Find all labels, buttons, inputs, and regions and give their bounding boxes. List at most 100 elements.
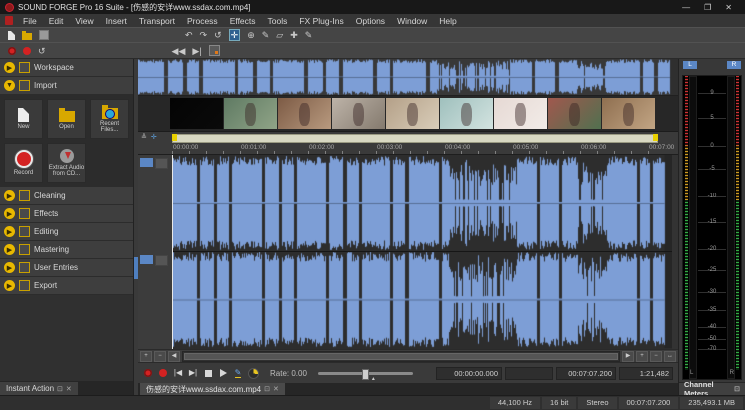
open-icon[interactable] — [22, 33, 32, 40]
menu-transport[interactable]: Transport — [133, 16, 181, 26]
close-tab-icon[interactable]: ✕ — [66, 385, 72, 393]
stop-button[interactable] — [203, 367, 213, 379]
zoom-out-time-button[interactable]: − — [154, 351, 166, 362]
new-file-icon[interactable] — [8, 31, 15, 40]
time-ruler[interactable]: 00:00:0000:01:0000:02:0000:03:0000:04:00… — [138, 143, 678, 155]
video-frame-1[interactable] — [170, 98, 223, 129]
event-tool-icon[interactable]: ✚ — [290, 30, 298, 40]
chevron-right-icon[interactable]: ▶ — [4, 62, 15, 73]
video-frame-9[interactable] — [602, 98, 655, 129]
import-item-open[interactable]: Open — [47, 99, 86, 139]
options-marker-icon[interactable] — [209, 45, 220, 56]
playback-cursor[interactable] — [172, 155, 173, 349]
chevron-right-icon[interactable]: ▶ — [4, 280, 15, 291]
loop-start-handle[interactable] — [172, 134, 177, 141]
sidebar-section-user-entries[interactable]: ▶User Entries — [0, 259, 133, 277]
loop-playback-button[interactable] — [248, 367, 259, 379]
sidebar-section-export[interactable]: ▶Export — [0, 277, 133, 295]
menu-window[interactable]: Window — [391, 16, 433, 26]
go-to-end-icon[interactable]: ▶| — [192, 46, 201, 56]
minimize-button[interactable]: — — [682, 3, 690, 12]
menu-fx-plug-ins[interactable]: FX Plug-Ins — [293, 16, 349, 26]
chevron-right-icon[interactable]: ▶ — [4, 226, 15, 237]
right-channel-minimize-button[interactable] — [155, 255, 168, 266]
import-item-recent-files-[interactable]: Recent Files... — [90, 99, 129, 139]
video-frame-4[interactable] — [332, 98, 385, 129]
sidebar-section-effects[interactable]: ▶Effects — [0, 205, 133, 223]
tab-channel-meters[interactable]: Channel Meters ⊡ — [679, 383, 745, 395]
chevron-down-icon[interactable]: ▼ — [4, 80, 15, 91]
horizontal-scrollbar[interactable] — [182, 351, 620, 362]
paint-tool-icon[interactable]: ✎ — [305, 30, 313, 40]
record-remote-icon[interactable] — [8, 47, 16, 55]
document-menu-icon[interactable] — [5, 16, 13, 25]
vertical-scroll-strip[interactable] — [672, 155, 678, 349]
zoom-normal-button[interactable]: − — [650, 351, 662, 362]
close-document-icon[interactable]: ✕ — [273, 385, 279, 393]
menu-edit[interactable]: Edit — [43, 16, 70, 26]
tab-document[interactable]: 伤感的安详www.ssdax.com.mp4 ⊡ ✕ — [140, 383, 285, 395]
sidebar-section-mastering[interactable]: ▶Mastering — [0, 241, 133, 259]
repeat-icon[interactable]: ↺ — [214, 30, 222, 40]
pencil-tool-icon[interactable]: ✎ — [262, 30, 270, 40]
import-item-new[interactable]: New — [4, 99, 43, 139]
video-frame-5[interactable] — [386, 98, 439, 129]
record-icon[interactable] — [23, 47, 31, 55]
menu-file[interactable]: File — [17, 16, 43, 26]
left-channel-minimize-button[interactable] — [155, 158, 168, 169]
float-meters-icon[interactable]: ⊡ — [734, 385, 740, 393]
meter-left-button[interactable]: L — [683, 61, 697, 69]
chevron-right-icon[interactable]: ▶ — [4, 208, 15, 219]
video-frame-7[interactable] — [494, 98, 547, 129]
record-button[interactable] — [158, 367, 168, 379]
menu-options[interactable]: Options — [350, 16, 391, 26]
float-document-icon[interactable]: ⊡ — [264, 385, 270, 393]
import-item-record[interactable]: Record — [4, 143, 43, 183]
sidebar-section-import[interactable]: ▼Import — [0, 77, 133, 95]
envelope-tool-icon[interactable]: ▱ — [276, 30, 283, 40]
float-window-icon[interactable]: ⊡ — [57, 385, 63, 393]
loop-region-bar[interactable] — [172, 134, 658, 143]
sidebar-section-cleaning[interactable]: ▶Cleaning — [0, 187, 133, 205]
save-icon[interactable] — [39, 30, 49, 40]
cursor-center-icon[interactable]: ✛ — [151, 133, 157, 141]
meter-right-button[interactable]: R — [727, 61, 741, 69]
zoom-selection-button[interactable]: + — [636, 351, 648, 362]
menu-tools[interactable]: Tools — [262, 16, 294, 26]
undo-icon[interactable]: ↶ — [185, 30, 193, 40]
redo-icon[interactable]: ↷ — [200, 30, 208, 40]
edit-marker-button[interactable]: ✎ — [233, 367, 243, 379]
edit-tool-icon[interactable]: ✛ — [229, 29, 241, 41]
loop-playback-icon[interactable]: ↺ — [38, 46, 46, 56]
sidebar-section-workspace[interactable]: ▶Workspace — [0, 59, 133, 77]
go-to-end-button[interactable]: ▶| — [188, 367, 198, 379]
waveform-overview[interactable] — [138, 59, 678, 96]
video-frame-2[interactable] — [224, 98, 277, 129]
go-to-start-icon[interactable]: ◀◀ — [172, 46, 186, 56]
sidebar-section-editing[interactable]: ▶Editing — [0, 223, 133, 241]
menu-process[interactable]: Process — [181, 16, 224, 26]
video-frame-3[interactable] — [278, 98, 331, 129]
menu-help[interactable]: Help — [433, 16, 462, 26]
zoom-fit-button[interactable]: ↔ — [664, 351, 676, 362]
scrollbar-thumb[interactable] — [184, 353, 618, 360]
rate-slider[interactable]: ▲ — [318, 372, 413, 375]
loop-end-handle[interactable] — [653, 134, 658, 141]
snap-icon[interactable]: ≜ — [141, 133, 147, 141]
video-frame-8[interactable] — [548, 98, 601, 129]
chevron-right-icon[interactable]: ▶ — [4, 244, 15, 255]
waveform-canvas-area[interactable] — [172, 155, 672, 349]
restore-button[interactable]: ❐ — [704, 3, 711, 12]
import-item-extract-audio-from-cd-[interactable]: Extract Audio from CD... — [47, 143, 86, 183]
scroll-right-button[interactable]: ▶ — [622, 351, 634, 362]
go-to-start-button[interactable]: |◀ — [173, 367, 183, 379]
magnify-tool-icon[interactable]: ⊕ — [247, 30, 255, 40]
record-remote-button[interactable] — [143, 367, 153, 379]
video-frame-6[interactable] — [440, 98, 493, 129]
menu-effects[interactable]: Effects — [224, 16, 262, 26]
chevron-right-icon[interactable]: ▶ — [4, 190, 15, 201]
menu-insert[interactable]: Insert — [100, 16, 133, 26]
play-button[interactable] — [218, 367, 228, 379]
scroll-left-button[interactable]: ◀ — [168, 351, 180, 362]
rate-slider-thumb[interactable] — [362, 369, 369, 380]
